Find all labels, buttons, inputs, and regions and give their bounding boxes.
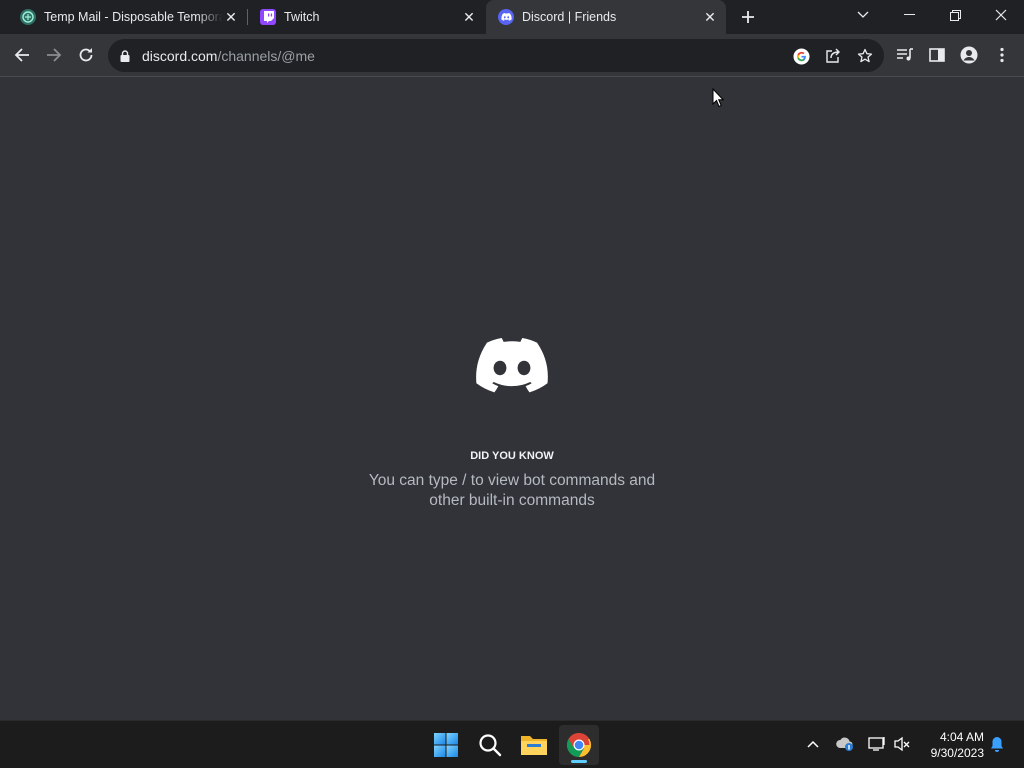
tab-temp-mail[interactable]: Temp Mail - Disposable Temporary ✕ [0, 0, 247, 34]
new-tab-button[interactable] [736, 5, 760, 29]
file-explorer-button[interactable] [514, 725, 554, 765]
chrome-taskbar-button[interactable] [559, 725, 599, 765]
reload-button[interactable] [71, 40, 101, 70]
side-panel-button[interactable] [922, 40, 952, 70]
search-icon [479, 734, 502, 757]
did-you-know-heading: DID YOU KNOW [470, 450, 554, 462]
discord-logo-icon [476, 338, 548, 394]
share-icon[interactable] [822, 45, 844, 67]
notifications-bell-icon[interactable] [986, 733, 1008, 755]
address-bar[interactable]: discord.com/channels/@me [108, 39, 884, 72]
show-hidden-icons-button[interactable] [802, 733, 824, 755]
forward-button[interactable] [39, 40, 69, 70]
tab-title: Discord | Friends [522, 10, 617, 24]
media-control-button[interactable] [890, 40, 920, 70]
twitch-favicon-icon [260, 9, 276, 25]
close-tab-icon[interactable]: ✕ [223, 9, 239, 25]
onedrive-icon[interactable] [834, 733, 856, 755]
restore-button[interactable] [932, 0, 978, 30]
tab-title: Temp Mail - Disposable Temporary [44, 10, 223, 24]
url-path: /channels/@me [217, 48, 315, 64]
tab-search-button[interactable] [840, 0, 886, 30]
taskbar-search-button[interactable] [470, 725, 510, 765]
tempmail-favicon-icon [20, 9, 36, 25]
browser-menu-button[interactable] [987, 40, 1017, 70]
network-icon[interactable] [866, 733, 888, 755]
back-button[interactable] [7, 40, 37, 70]
tab-title: Twitch [284, 10, 320, 24]
tab-discord[interactable]: Discord | Friends ✕ [486, 0, 726, 34]
lock-icon[interactable] [120, 49, 130, 67]
loading-tip-text: You can type / to view bot commands and … [368, 472, 656, 509]
bookmark-star-icon[interactable] [854, 45, 876, 67]
start-button[interactable] [426, 725, 466, 765]
url-text[interactable]: discord.com/channels/@me [142, 48, 315, 64]
chrome-icon [566, 733, 592, 757]
windows-logo-icon [434, 733, 458, 757]
folder-icon [521, 736, 547, 755]
mouse-cursor-icon [712, 87, 725, 113]
discord-favicon-icon [498, 9, 514, 25]
google-lens-icon[interactable] [790, 45, 812, 67]
url-host: discord.com [142, 48, 218, 64]
profile-button[interactable] [954, 40, 984, 70]
close-tab-icon[interactable]: ✕ [461, 9, 477, 25]
browser-toolbar: discord.com/channels/@me [0, 34, 1024, 77]
clock-date: 9/30/2023 [930, 746, 984, 760]
clock-time: 4:04 AM [939, 730, 984, 744]
windows-taskbar: 4:04 AM 9/30/2023 [0, 720, 1024, 768]
system-clock[interactable]: 4:04 AM 9/30/2023 [920, 729, 984, 761]
volume-muted-icon[interactable] [891, 733, 913, 755]
active-app-indicator [571, 760, 587, 763]
discord-loading-screen: DID YOU KNOW You can type / to view bot … [0, 77, 1024, 720]
close-tab-icon[interactable]: ✕ [702, 9, 718, 25]
close-window-button[interactable] [978, 0, 1024, 30]
minimize-button[interactable] [886, 0, 932, 30]
tab-strip: Temp Mail - Disposable Temporary ✕ Twitc… [0, 0, 1024, 34]
tab-twitch[interactable]: Twitch ✕ [248, 0, 485, 34]
